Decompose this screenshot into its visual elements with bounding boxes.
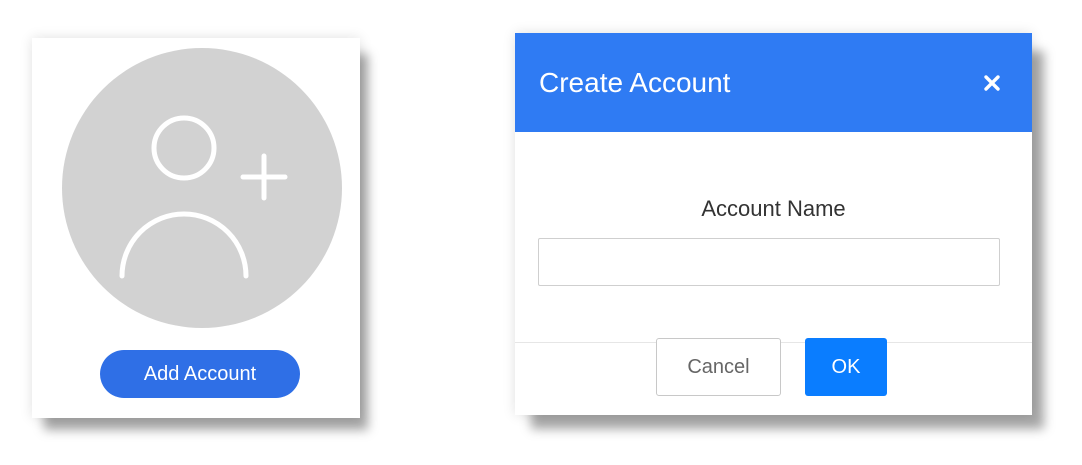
add-account-button[interactable]: Add Account <box>100 350 300 398</box>
create-account-dialog: Create Account Account Name Cancel OK <box>515 33 1032 415</box>
dialog-body: Account Name <box>515 132 1032 342</box>
dialog-title: Create Account <box>539 67 731 98</box>
close-button[interactable] <box>974 65 1010 101</box>
cancel-button[interactable]: Cancel <box>656 338 781 396</box>
add-account-card: Add Account <box>32 38 360 418</box>
ok-button[interactable]: OK <box>805 338 887 396</box>
account-name-label: Account Name <box>701 196 846 221</box>
avatar[interactable] <box>62 48 342 328</box>
close-icon <box>984 75 1000 91</box>
dialog-header: Create Account <box>515 33 1032 132</box>
account-name-input[interactable] <box>538 238 1000 286</box>
user-plus-icon <box>119 115 288 279</box>
